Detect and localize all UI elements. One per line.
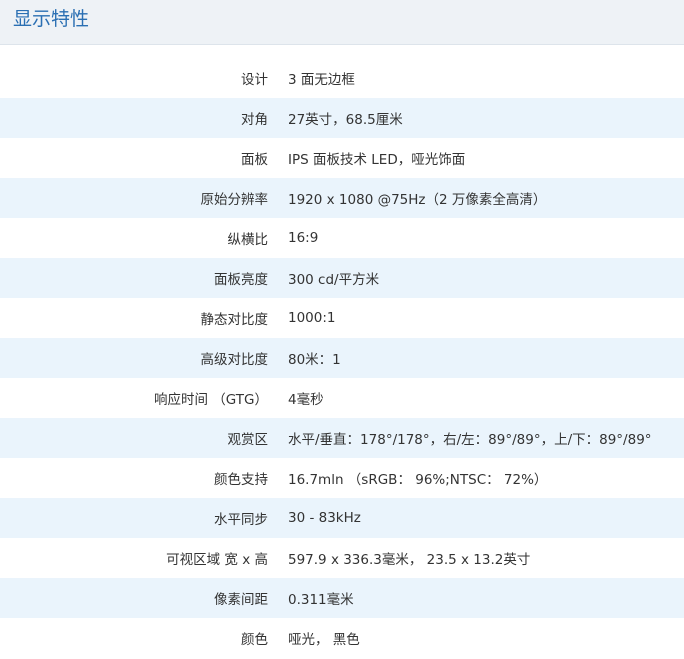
spec-value: 哑光， 黑色 [288,632,360,648]
spec-label: 像素间距 [214,592,268,608]
spec-label: 观赏区 [227,432,269,448]
spec-value: 16.7mln （sRGB： 96%;NTSC： 72%） [288,472,548,488]
spec-row-response-time: 响应时间 （GTG） 4毫秒 [0,378,684,418]
spec-label: 响应时间 （GTG） [154,392,268,408]
spec-value: 16:9 [288,230,319,246]
spec-value: 30 - 83kHz [288,510,361,526]
spec-label: 高级对比度 [200,352,269,368]
spec-label: 面板 [241,152,268,168]
spec-row-diagonal: 对角 27英寸，68.5厘米 [0,98,684,138]
spec-value: 597.9 x 336.3毫米， 23.5 x 13.2英寸 [288,552,531,568]
spec-row-color-support: 颜色支持 16.7mln （sRGB： 96%;NTSC： 72%） [0,458,684,498]
spec-value: 1000:1 [288,310,336,326]
section-title: 显示特性 [13,8,90,30]
spec-value: 0.311毫米 [288,592,354,608]
spec-value: 3 面无边框 [288,72,355,88]
spec-value: 4毫秒 [288,392,324,408]
spec-row-aspect-ratio: 纵横比 16:9 [0,218,684,258]
spec-label: 颜色支持 [214,472,268,488]
spec-row-viewing-angle: 观赏区 水平/垂直：178°/178°，右/左：89°/89°，上/下：89°/… [0,418,684,458]
spec-label: 静态对比度 [200,312,269,328]
spec-label: 水平同步 [214,512,268,528]
spec-label: 面板亮度 [214,272,268,288]
spec-value: 水平/垂直：178°/178°，右/左：89°/89°，上/下：89°/89° [288,432,652,448]
spec-row-viewable-area: 可视区域 宽 x 高 597.9 x 336.3毫米， 23.5 x 13.2英… [0,538,684,578]
spec-value: 1920 x 1080 @75Hz（2 万像素全高清） [288,192,547,208]
spec-row-advanced-contrast: 高级对比度 80米：1 [0,338,684,378]
spec-row-color: 颜色 哑光， 黑色 [0,618,684,658]
spec-label: 设计 [241,72,268,88]
spec-row-pixel-pitch: 像素间距 0.311毫米 [0,578,684,618]
spec-value: IPS 面板技术 LED，哑光饰面 [288,152,466,168]
spec-row-design: 设计 3 面无边框 [0,58,684,98]
spec-row-horizontal-sync: 水平同步 30 - 83kHz [0,498,684,538]
section-header: 显示特性 [0,0,684,45]
spec-value: 27英寸，68.5厘米 [288,112,403,128]
spec-row-static-contrast: 静态对比度 1000:1 [0,298,684,338]
spec-label: 原始分辨率 [200,192,269,208]
spec-label: 颜色 [241,632,268,648]
spec-row-brightness: 面板亮度 300 cd/平方米 [0,258,684,298]
spec-value: 300 cd/平方米 [288,272,380,288]
spec-label: 对角 [241,112,268,128]
spec-label: 可视区域 宽 x 高 [166,552,268,568]
spec-label: 纵横比 [227,232,269,248]
spec-value: 80米：1 [288,352,341,368]
spec-row-resolution: 原始分辨率 1920 x 1080 @75Hz（2 万像素全高清） [0,178,684,218]
spec-table: 设计 3 面无边框 对角 27英寸，68.5厘米 面板 IPS 面板技术 LED… [0,58,684,658]
spec-row-panel: 面板 IPS 面板技术 LED，哑光饰面 [0,138,684,178]
